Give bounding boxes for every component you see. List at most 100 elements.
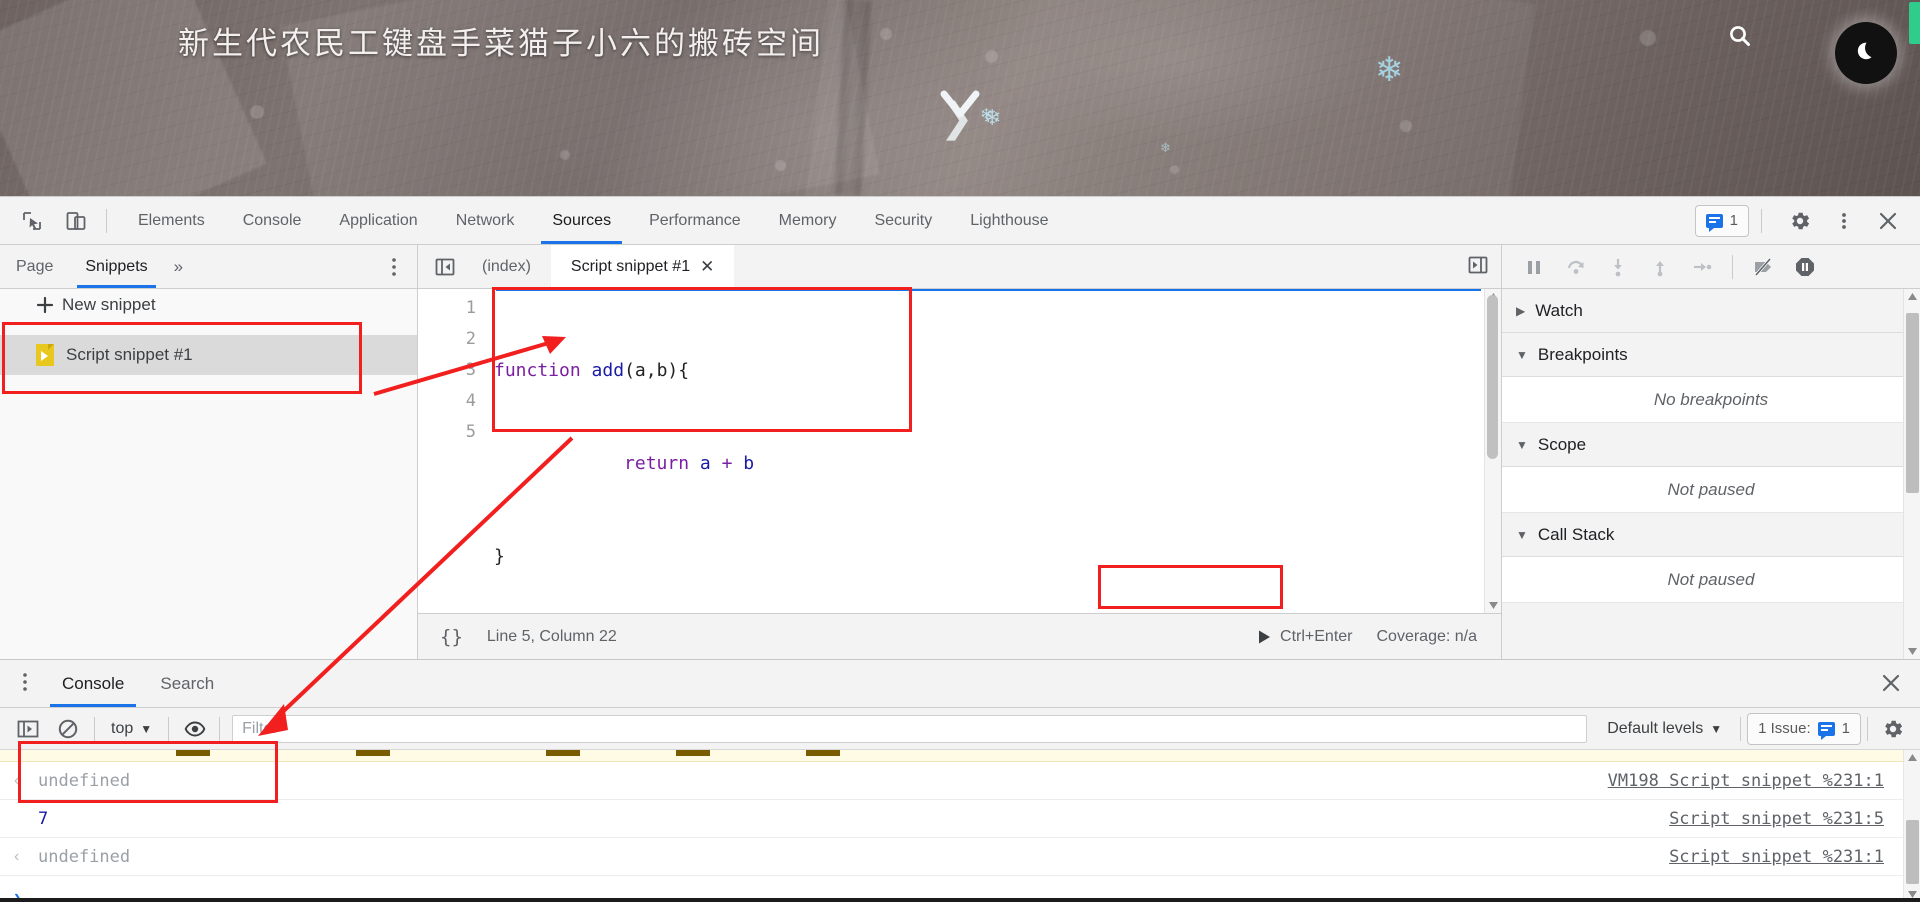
code-line-3: } <box>494 546 505 567</box>
console-row-source-link[interactable]: Script snippet %231:5 <box>1669 809 1884 829</box>
navigator-more-options-icon[interactable] <box>385 255 403 283</box>
tab-console[interactable]: Console <box>224 197 321 244</box>
tab-application[interactable]: Application <box>320 197 436 244</box>
console-warning-row-partial <box>0 750 1903 762</box>
close-devtools-icon[interactable] <box>1870 203 1906 239</box>
run-snippet-button[interactable]: Ctrl+Enter <box>1250 625 1358 649</box>
nav-tab-page[interactable]: Page <box>0 245 69 288</box>
debugger-section-scope[interactable]: ▼ Scope <box>1502 423 1920 467</box>
editor-tabbar: (index) Script snippet #1 ✕ <box>418 245 1501 289</box>
caret-down-icon: ▼ <box>1516 347 1528 362</box>
inspect-element-icon[interactable] <box>14 203 50 239</box>
devtools-main-tabbar: Elements Console Application Network Sou… <box>0 197 1920 245</box>
console-context-selector[interactable]: top ▼ <box>101 720 162 738</box>
console-settings-icon[interactable] <box>1874 717 1912 741</box>
settings-gear-icon[interactable] <box>1782 203 1818 239</box>
scroll-down-arrow-icon[interactable] <box>1488 601 1499 610</box>
navigator-tabbar: Page Snippets » <box>0 245 417 289</box>
tab-security[interactable]: Security <box>855 197 951 244</box>
debugger-section-title: Breakpoints <box>1537 344 1628 364</box>
deactivate-breakpoints-icon[interactable] <box>1743 249 1783 285</box>
console-scrollbar-track[interactable] <box>1903 750 1920 902</box>
editor-tab-index[interactable]: (index) <box>462 245 551 288</box>
debugger-section-breakpoints[interactable]: ▼ Breakpoints <box>1502 333 1920 377</box>
console-row-value: 7 <box>38 808 49 829</box>
debugger-scrollbar-thumb[interactable] <box>1906 313 1919 493</box>
bokeh-dot <box>1400 120 1412 132</box>
editor-tab-script-snippet[interactable]: Script snippet #1 ✕ <box>550 245 735 288</box>
editor-scrollbar-thumb[interactable] <box>1487 295 1498 459</box>
scroll-down-arrow-icon[interactable] <box>1907 647 1918 656</box>
device-toolbar-icon[interactable] <box>58 203 94 239</box>
console-row[interactable]: ‹ undefined Script snippet %231:1 <box>0 838 1920 876</box>
nav-tab-snippets[interactable]: Snippets <box>69 245 163 288</box>
console-scrollbar-thumb[interactable] <box>1906 820 1919 884</box>
toolbar-divider <box>1740 716 1742 741</box>
step-out-icon[interactable] <box>1640 249 1680 285</box>
step-into-icon[interactable] <box>1598 249 1638 285</box>
code-content[interactable]: function add(a,b){ return a + b } consol… <box>494 293 754 613</box>
console-row-source-link[interactable]: Script snippet %231:1 <box>1669 847 1884 867</box>
more-options-icon[interactable] <box>1826 203 1862 239</box>
pretty-print-button[interactable]: {} <box>440 626 463 648</box>
line-number: 5 <box>465 422 476 442</box>
snowflake-icon: ❄ <box>983 105 1002 130</box>
scroll-up-arrow-icon[interactable] <box>1907 753 1918 762</box>
toolbar-divider <box>168 716 170 741</box>
navigator-more-tabs-icon[interactable]: » <box>164 257 193 277</box>
tab-sources[interactable]: Sources <box>533 197 630 244</box>
pause-on-exceptions-icon[interactable] <box>1785 249 1825 285</box>
tab-performance[interactable]: Performance <box>630 197 760 244</box>
drawer-close-icon[interactable] <box>1880 672 1902 698</box>
console-context-label: top <box>111 719 134 737</box>
breakpoints-empty-text: No breakpoints <box>1502 377 1920 423</box>
search-icon[interactable] <box>1727 23 1753 49</box>
console-row[interactable]: ‹ undefined VM198 Script snippet %231:1 <box>0 762 1920 800</box>
console-sidebar-icon[interactable] <box>8 712 48 746</box>
code-editor[interactable]: 1 2 3 4 5 function add(a,b){ return a + … <box>418 289 1501 613</box>
plus-icon <box>36 296 54 314</box>
scroll-up-arrow-icon[interactable] <box>1907 292 1918 301</box>
debugger-scrollbar-track[interactable] <box>1903 289 1920 659</box>
moon-icon <box>1857 42 1872 60</box>
console-toolbar: top ▼ Filter Default levels ▼ 1 Issue: 1 <box>0 708 1920 750</box>
tab-network[interactable]: Network <box>437 197 534 244</box>
new-snippet-label: New snippet <box>62 295 156 314</box>
message-icon-tail <box>1708 227 1714 232</box>
console-row-source-link[interactable]: VM198 Script snippet %231:1 <box>1608 771 1884 791</box>
console-filter-input[interactable]: Filter <box>232 714 1588 743</box>
debugger-section-watch[interactable]: ▶ Watch <box>1502 289 1920 333</box>
new-snippet-button[interactable]: New snippet <box>36 295 156 315</box>
toolbar-divider <box>94 716 95 741</box>
console-levels-selector[interactable]: Default levels ▼ <box>1595 720 1734 738</box>
debugger-section-call-stack[interactable]: ▼ Call Stack <box>1502 513 1920 557</box>
tab-memory[interactable]: Memory <box>760 197 856 244</box>
snippet-list-item[interactable]: Script snippet #1 <box>0 335 417 375</box>
coverage-label: Coverage: n/a <box>1376 627 1477 645</box>
scope-empty-text: Not paused <box>1502 467 1920 513</box>
line-number: 3 <box>465 360 476 380</box>
editor-tab-close-icon[interactable]: ✕ <box>700 257 714 277</box>
drawer-more-options-icon[interactable] <box>16 670 34 698</box>
issues-badge-button[interactable]: 1 <box>1694 204 1749 237</box>
clear-console-icon[interactable] <box>48 712 88 746</box>
window-bottom-edge <box>0 898 1920 902</box>
step-icon[interactable] <box>1682 249 1722 285</box>
debugger-toolbar <box>1502 245 1920 289</box>
dark-mode-toggle-button[interactable] <box>1835 22 1897 84</box>
expand-editor-icon[interactable] <box>1467 254 1501 280</box>
collapse-navigator-icon[interactable] <box>428 256 462 278</box>
console-row[interactable]: 7 Script snippet %231:5 <box>0 800 1920 838</box>
debugger-section-title: Call Stack <box>1537 524 1615 544</box>
blog-banner: ❄ ❄ ❄ ❄ ❄ ❯ 新生代农民工键盘手菜猫子小六的搬砖空间 <box>0 0 1920 196</box>
drawer-tab-console[interactable]: Console <box>44 660 142 707</box>
tab-elements[interactable]: Elements <box>119 197 224 244</box>
toolbar-divider <box>1867 716 1868 741</box>
step-over-icon[interactable] <box>1556 249 1596 285</box>
bokeh-dot <box>880 28 892 40</box>
drawer-tab-search[interactable]: Search <box>142 660 232 707</box>
console-issues-button[interactable]: 1 Issue: 1 <box>1747 712 1861 745</box>
live-expression-icon[interactable] <box>175 712 215 746</box>
pause-script-icon[interactable] <box>1514 249 1554 285</box>
tab-lighthouse[interactable]: Lighthouse <box>951 197 1067 244</box>
